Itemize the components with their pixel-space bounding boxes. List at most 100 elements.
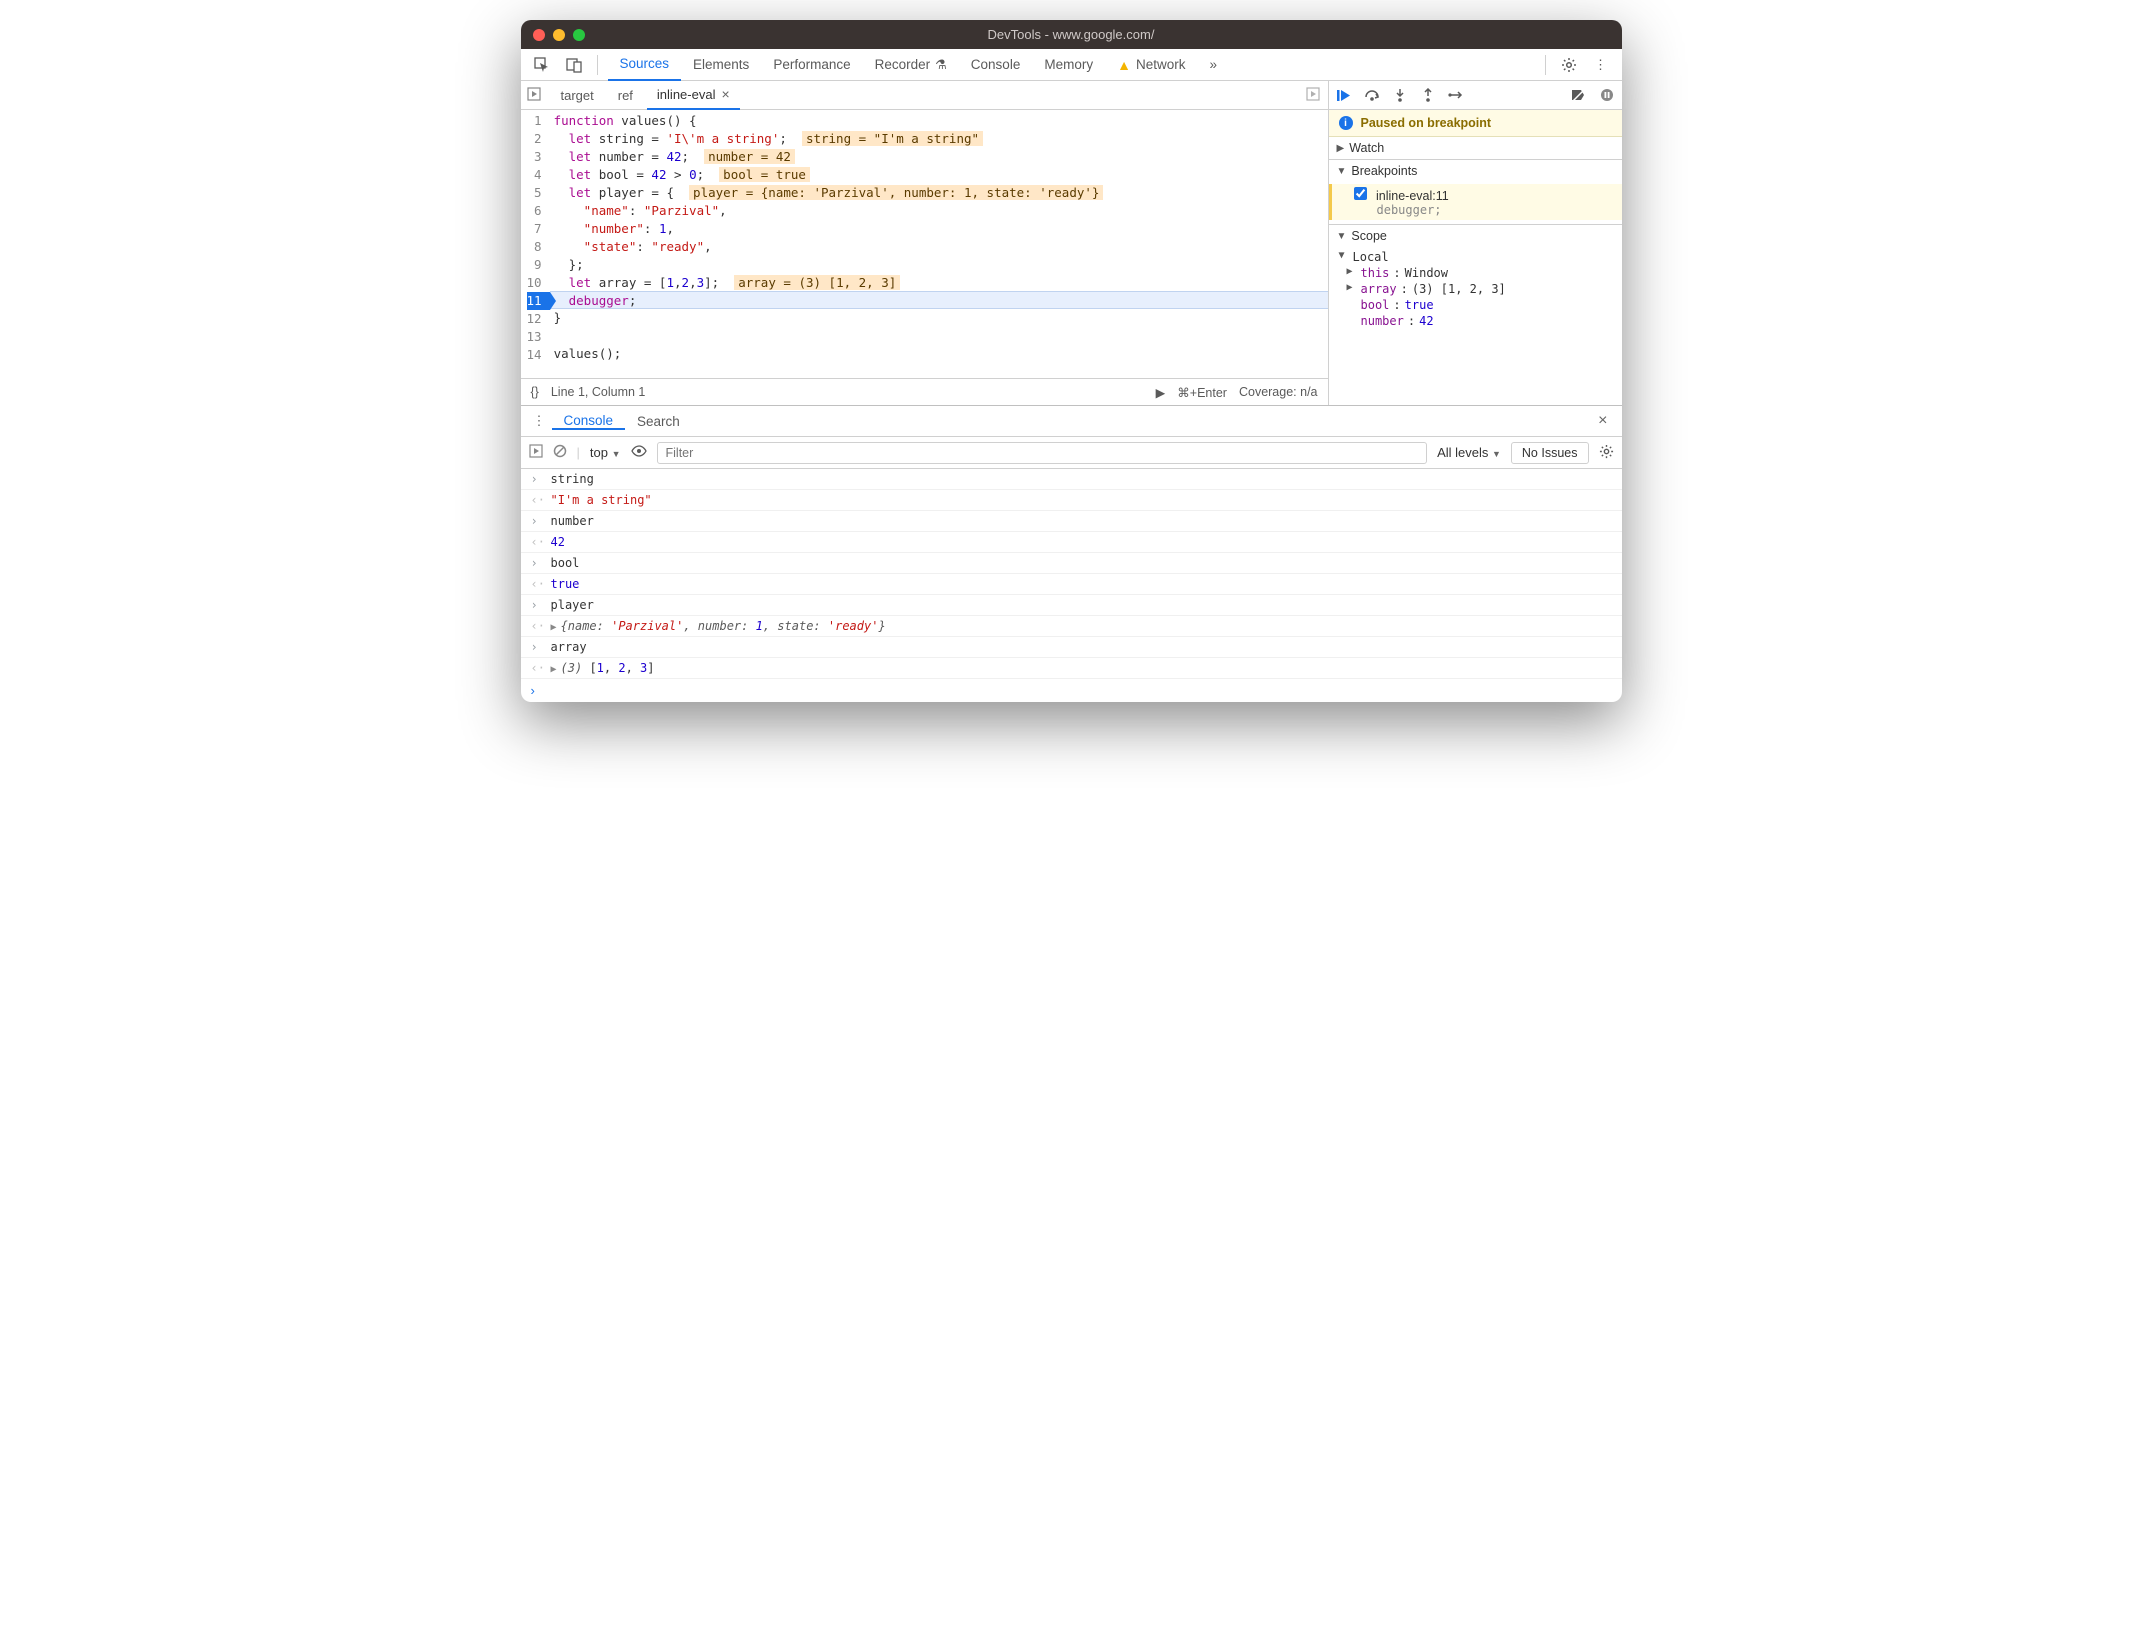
context-selector[interactable]: top ▼ bbox=[590, 445, 621, 460]
more-tabs-icon[interactable]: » bbox=[1197, 49, 1229, 81]
divider bbox=[1545, 55, 1546, 75]
code-lines[interactable]: function values() { let string = 'I\'m a… bbox=[550, 110, 1328, 378]
drawer-tab-search[interactable]: Search bbox=[625, 414, 692, 429]
drawer: ⋮ Console Search × | top ▼ All levels ▼ … bbox=[521, 405, 1622, 702]
scope-header[interactable]: ▼Scope bbox=[1329, 225, 1622, 247]
chevron-right-icon: ▶ bbox=[1337, 143, 1345, 154]
console-input: ›player bbox=[521, 595, 1622, 616]
chevron-down-icon: ▼ bbox=[1339, 250, 1349, 264]
code-editor[interactable]: 1234567891011121314 function values() { … bbox=[521, 110, 1328, 378]
console-toolbar: | top ▼ All levels ▼ No Issues bbox=[521, 437, 1622, 469]
tab-recorder[interactable]: Recorder ⚗ bbox=[863, 49, 959, 81]
pause-exceptions-icon[interactable] bbox=[1598, 86, 1616, 104]
chevron-down-icon: ▼ bbox=[612, 449, 621, 459]
editor-tab-ref[interactable]: ref bbox=[608, 81, 643, 110]
tab-performance[interactable]: Performance bbox=[761, 49, 862, 81]
play-outline-icon[interactable] bbox=[527, 87, 547, 104]
play-outline-icon[interactable] bbox=[1306, 87, 1320, 104]
breakpoint-line: debugger; bbox=[1354, 203, 1614, 217]
console-output: ‹·▶(3) [1, 2, 3] bbox=[521, 658, 1622, 679]
breakpoints-header[interactable]: ▼Breakpoints bbox=[1329, 160, 1622, 182]
editor-tab-inline-eval[interactable]: inline-eval × bbox=[647, 81, 740, 110]
scope-local-header[interactable]: ▼Local bbox=[1329, 249, 1622, 265]
devtools-window: DevTools - www.google.com/ Sources Eleme… bbox=[521, 20, 1622, 702]
clear-console-icon[interactable] bbox=[553, 444, 567, 461]
tab-elements[interactable]: Elements bbox=[681, 49, 761, 81]
drawer-tabs: ⋮ Console Search × bbox=[521, 406, 1622, 437]
console-output: ‹·"I'm a string" bbox=[521, 490, 1622, 511]
eye-icon[interactable] bbox=[631, 445, 647, 460]
filter-input[interactable] bbox=[657, 442, 1428, 464]
watch-header[interactable]: ▶Watch bbox=[1329, 137, 1622, 159]
step-icon[interactable] bbox=[1447, 86, 1465, 104]
tab-sources[interactable]: Sources bbox=[608, 49, 682, 81]
watch-section: ▶Watch bbox=[1329, 137, 1622, 160]
console-input: ›array bbox=[521, 637, 1622, 658]
editor-status-bar: {} Line 1, Column 1 ▶ ⌘+Enter Coverage: … bbox=[521, 378, 1328, 405]
titlebar: DevTools - www.google.com/ bbox=[521, 20, 1622, 49]
debugger-sidebar: i Paused on breakpoint ▶Watch ▼Breakpoin… bbox=[1329, 81, 1622, 405]
scope-variable[interactable]: ▶this: Window bbox=[1329, 265, 1622, 281]
main-tabs: Sources Elements Performance Recorder ⚗ … bbox=[608, 49, 1229, 81]
close-icon[interactable]: × bbox=[721, 86, 729, 102]
levels-selector[interactable]: All levels ▼ bbox=[1437, 445, 1501, 460]
inspect-icon[interactable] bbox=[529, 52, 555, 78]
flask-icon: ⚗ bbox=[935, 57, 947, 73]
editor-column: target ref inline-eval × 123456789101112… bbox=[521, 81, 1329, 405]
issues-button[interactable]: No Issues bbox=[1511, 442, 1589, 464]
tab-console[interactable]: Console bbox=[959, 49, 1033, 81]
resume-icon[interactable] bbox=[1335, 86, 1353, 104]
console-output: ‹·▶{name: 'Parzival', number: 1, state: … bbox=[521, 616, 1622, 637]
run-icon[interactable]: ▶ bbox=[1156, 385, 1166, 400]
kebab-icon[interactable]: ⋮ bbox=[533, 413, 546, 429]
drawer-tab-console[interactable]: Console bbox=[552, 413, 626, 430]
console-body[interactable]: ›string‹·"I'm a string"›number‹·42›bool‹… bbox=[521, 469, 1622, 679]
console-prompt[interactable]: › bbox=[521, 679, 1622, 702]
device-toggle-icon[interactable] bbox=[561, 52, 587, 78]
kebab-icon[interactable]: ⋮ bbox=[1588, 52, 1614, 78]
close-icon[interactable]: × bbox=[1598, 412, 1607, 430]
console-input: ›bool bbox=[521, 553, 1622, 574]
tab-network[interactable]: ▲Network bbox=[1105, 49, 1197, 81]
chevron-down-icon: ▼ bbox=[1337, 231, 1347, 242]
scope-section: ▼Scope ▼Local ▶this: Window▶array: (3) [… bbox=[1329, 225, 1622, 333]
play-outline-icon[interactable] bbox=[529, 444, 543, 461]
window-title: DevTools - www.google.com/ bbox=[521, 27, 1622, 42]
main-toolbar: Sources Elements Performance Recorder ⚗ … bbox=[521, 49, 1622, 81]
console-output: ‹·true bbox=[521, 574, 1622, 595]
breakpoints-section: ▼Breakpoints inline-eval:11 debugger; bbox=[1329, 160, 1622, 225]
editor-tab-label: inline-eval bbox=[657, 87, 716, 102]
breakpoint-item[interactable]: inline-eval:11 debugger; bbox=[1329, 184, 1622, 220]
scope-variable[interactable]: number: 42 bbox=[1329, 313, 1622, 329]
editor-tab-target[interactable]: target bbox=[551, 81, 604, 110]
console-input: ›number bbox=[521, 511, 1622, 532]
debugger-toolbar bbox=[1329, 81, 1622, 110]
run-shortcut: ⌘+Enter bbox=[1177, 385, 1227, 400]
coverage-label: Coverage: n/a bbox=[1239, 385, 1318, 399]
warning-icon: ▲ bbox=[1117, 57, 1131, 73]
pretty-print-icon[interactable]: {} bbox=[531, 385, 539, 399]
editor-tabs: target ref inline-eval × bbox=[521, 81, 1328, 110]
step-into-icon[interactable] bbox=[1391, 86, 1409, 104]
console-output: ‹·42 bbox=[521, 532, 1622, 553]
deactivate-breakpoints-icon[interactable] bbox=[1570, 86, 1588, 104]
chevron-down-icon: ▼ bbox=[1337, 166, 1347, 177]
tab-memory[interactable]: Memory bbox=[1032, 49, 1105, 81]
scope-variable[interactable]: bool: true bbox=[1329, 297, 1622, 313]
divider bbox=[597, 55, 598, 75]
info-icon: i bbox=[1339, 116, 1353, 130]
cursor-position: Line 1, Column 1 bbox=[551, 385, 646, 399]
breakpoint-checkbox[interactable] bbox=[1354, 187, 1367, 200]
line-gutter[interactable]: 1234567891011121314 bbox=[521, 110, 550, 378]
console-input: ›string bbox=[521, 469, 1622, 490]
step-over-icon[interactable] bbox=[1363, 86, 1381, 104]
paused-text: Paused on breakpoint bbox=[1361, 116, 1492, 130]
scope-variable[interactable]: ▶array: (3) [1, 2, 3] bbox=[1329, 281, 1622, 297]
settings-icon[interactable] bbox=[1556, 52, 1582, 78]
paused-banner: i Paused on breakpoint bbox=[1329, 110, 1622, 137]
settings-icon[interactable] bbox=[1599, 444, 1614, 462]
chevron-right-icon: › bbox=[531, 683, 543, 698]
breakpoint-source: inline-eval:11 bbox=[1376, 189, 1449, 203]
step-out-icon[interactable] bbox=[1419, 86, 1437, 104]
chevron-down-icon: ▼ bbox=[1492, 449, 1501, 459]
